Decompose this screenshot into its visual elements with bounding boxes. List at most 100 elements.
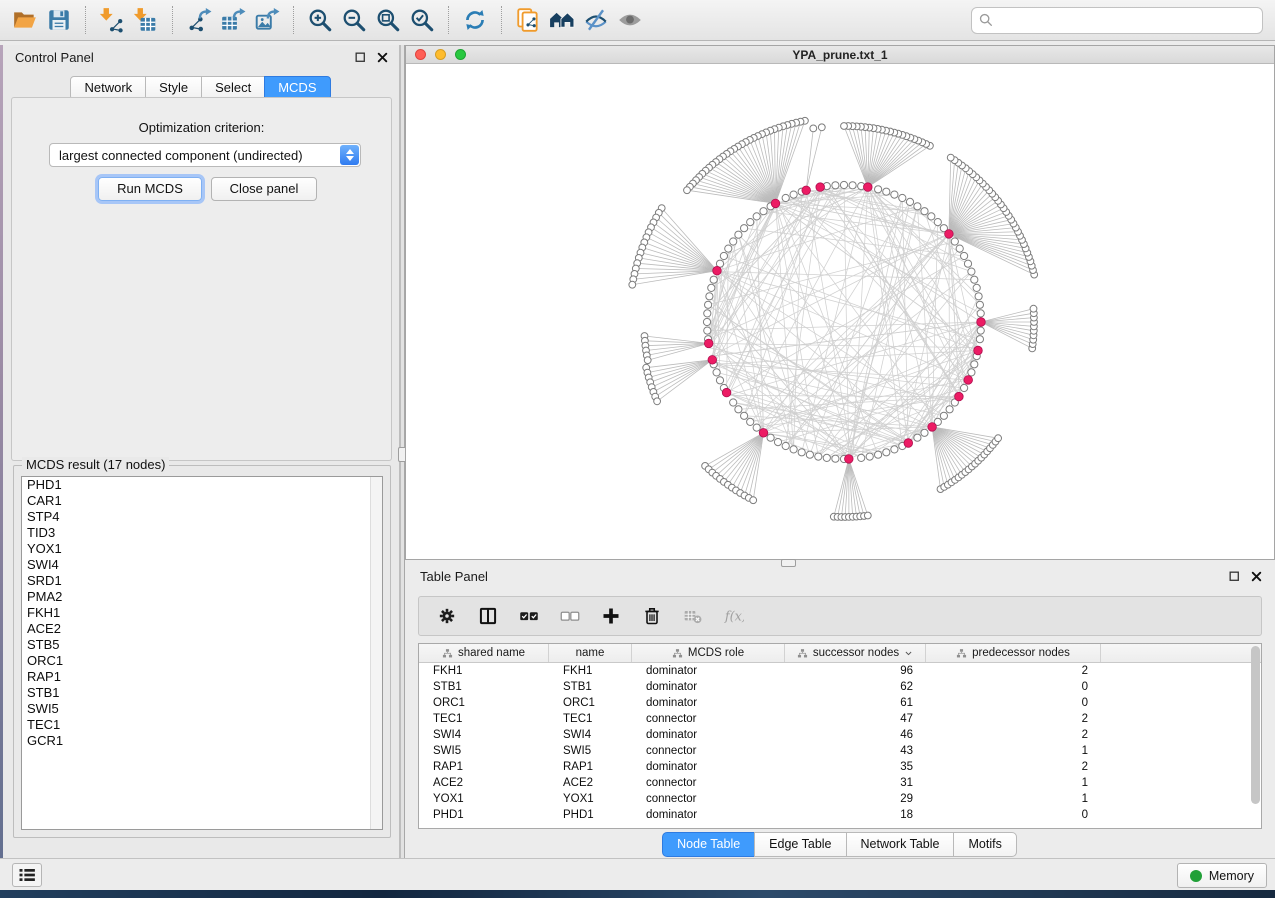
toolbar-separator [448, 6, 449, 34]
table-row[interactable]: PHD1PHD1dominator180 [419, 807, 1261, 823]
table-panel-title: Table Panel [420, 569, 488, 584]
network-view-window: YPA_prune.txt_1 [405, 45, 1275, 560]
mcds-result-item[interactable]: STP4 [22, 509, 382, 525]
toolbar-separator [85, 6, 86, 34]
svg-text:f(x): f(x) [724, 610, 744, 625]
mcds-list-scrollbar[interactable] [370, 477, 382, 829]
desktop-wallpaper-bottom [0, 890, 1275, 898]
tab-motifs[interactable]: Motifs [953, 832, 1016, 857]
save-session-icon[interactable] [42, 4, 76, 36]
node-table-header[interactable]: shared namenameMCDS rolesuccessor nodesp… [419, 644, 1261, 663]
hide-selected-icon[interactable] [579, 4, 613, 36]
float-panel-icon[interactable] [354, 51, 367, 64]
run-mcds-button[interactable]: Run MCDS [98, 177, 202, 201]
table-row[interactable]: SWI5SWI5connector431 [419, 743, 1261, 759]
mcds-result-item[interactable]: SRD1 [22, 573, 382, 589]
open-file-icon[interactable] [8, 4, 42, 36]
memory-label: Memory [1209, 869, 1254, 883]
sort-desc-icon [904, 649, 913, 658]
mcds-result-item[interactable]: ACE2 [22, 621, 382, 637]
mcds-result-list[interactable]: PHD1CAR1STP4TID3YOX1SWI4SRD1PMA2FKH1ACE2… [21, 476, 383, 830]
toolbar-separator [172, 6, 173, 34]
mcds-result-item[interactable]: STB5 [22, 637, 382, 653]
select-all-checkboxes-icon[interactable] [517, 604, 541, 628]
close-table-panel-icon[interactable] [1250, 570, 1263, 583]
close-window-light[interactable] [415, 49, 426, 60]
toolbar-separator [293, 6, 294, 34]
tab-edge-table[interactable]: Edge Table [754, 832, 846, 857]
deselect-all-checkboxes-icon[interactable] [558, 604, 582, 628]
mcds-result-item[interactable]: GCR1 [22, 733, 382, 749]
network-window-titlebar[interactable]: YPA_prune.txt_1 [406, 46, 1274, 64]
zoom-selected-region-icon[interactable] [405, 4, 439, 36]
table-row[interactable]: TEC1TEC1connector472 [419, 711, 1261, 727]
export-image-icon[interactable] [250, 4, 284, 36]
memory-button[interactable]: Memory [1177, 863, 1267, 888]
task-history-button[interactable] [12, 863, 42, 887]
close-panel-icon[interactable] [376, 51, 389, 64]
mcds-result-item[interactable]: ORC1 [22, 653, 382, 669]
show-all-icon[interactable] [613, 4, 647, 36]
column-header-successor-nodes[interactable]: successor nodes [785, 644, 926, 662]
maximize-window-light[interactable] [455, 49, 466, 60]
table-panel: Table Panel f(x) shared namenameMCDS rol… [405, 563, 1275, 858]
table-row[interactable]: SWI4SWI4dominator462 [419, 727, 1261, 743]
mcds-result-item[interactable]: CAR1 [22, 493, 382, 509]
mcds-result-item[interactable]: SWI4 [22, 557, 382, 573]
node-table[interactable]: shared namenameMCDS rolesuccessor nodesp… [418, 643, 1262, 829]
delete-column-icon[interactable] [640, 604, 664, 628]
column-header-shared-name[interactable]: shared name [419, 644, 549, 662]
mcds-result-item[interactable]: STB1 [22, 685, 382, 701]
add-column-icon[interactable] [599, 604, 623, 628]
mcds-result-item[interactable]: SWI5 [22, 701, 382, 717]
import-network-from-file-icon[interactable] [95, 4, 129, 36]
memory-status-icon [1190, 870, 1202, 882]
mcds-result-title: MCDS result (17 nodes) [22, 457, 169, 472]
horizontal-splitter-handle[interactable] [781, 559, 796, 567]
mcds-result-item[interactable]: TEC1 [22, 717, 382, 733]
import-table-from-file-icon[interactable] [129, 4, 163, 36]
table-settings-icon[interactable] [435, 604, 459, 628]
close-panel-button[interactable]: Close panel [211, 177, 317, 201]
mcds-result-item[interactable]: YOX1 [22, 541, 382, 557]
network-window-title: YPA_prune.txt_1 [792, 48, 887, 62]
column-header-name[interactable]: name [549, 644, 632, 662]
export-network-icon[interactable] [182, 4, 216, 36]
network-graph[interactable] [406, 64, 1274, 559]
show-column-panel-icon[interactable] [476, 604, 500, 628]
table-scrollbar[interactable] [1251, 646, 1260, 804]
optimization-criterion-select[interactable]: largest connected component (undirected) [49, 143, 361, 167]
table-row[interactable]: FKH1FKH1dominator962 [419, 663, 1261, 679]
column-header-MCDS-role[interactable]: MCDS role [632, 644, 785, 662]
table-panel-tabs: Node TableEdge TableNetwork TableMotifs [405, 832, 1275, 857]
optimization-criterion-label: Optimization criterion: [12, 120, 391, 135]
search-icon [978, 12, 994, 28]
table-row[interactable]: YOX1YOX1connector291 [419, 791, 1261, 807]
list-icon [18, 868, 36, 882]
mcds-result-item[interactable]: FKH1 [22, 605, 382, 621]
column-header-predecessor-nodes[interactable]: predecessor nodes [926, 644, 1101, 662]
minimize-window-light[interactable] [435, 49, 446, 60]
network-overview-icon[interactable] [545, 4, 579, 36]
network-graph-canvas[interactable] [406, 64, 1274, 559]
float-table-panel-icon[interactable] [1228, 570, 1241, 583]
export-table-icon[interactable] [216, 4, 250, 36]
clone-network-icon[interactable] [511, 4, 545, 36]
zoom-out-icon[interactable] [337, 4, 371, 36]
zoom-fit-content-icon[interactable] [371, 4, 405, 36]
table-row[interactable]: STB1STB1dominator620 [419, 679, 1261, 695]
table-row[interactable]: ORC1ORC1dominator610 [419, 695, 1261, 711]
table-row[interactable]: RAP1RAP1dominator352 [419, 759, 1261, 775]
mcds-result-item[interactable]: PHD1 [22, 477, 382, 493]
tab-network-table[interactable]: Network Table [846, 832, 955, 857]
table-row[interactable]: ACE2ACE2connector311 [419, 775, 1261, 791]
zoom-in-icon[interactable] [303, 4, 337, 36]
mcds-result-item[interactable]: TID3 [22, 525, 382, 541]
refresh-view-icon[interactable] [458, 4, 492, 36]
mcds-result-item[interactable]: RAP1 [22, 669, 382, 685]
mcds-result-item[interactable]: PMA2 [22, 589, 382, 605]
mcds-pane: Optimization criterion: largest connecte… [11, 97, 392, 461]
search-input[interactable] [971, 7, 1263, 34]
tab-node-table[interactable]: Node Table [662, 832, 755, 857]
control-panel-title: Control Panel [15, 50, 94, 65]
